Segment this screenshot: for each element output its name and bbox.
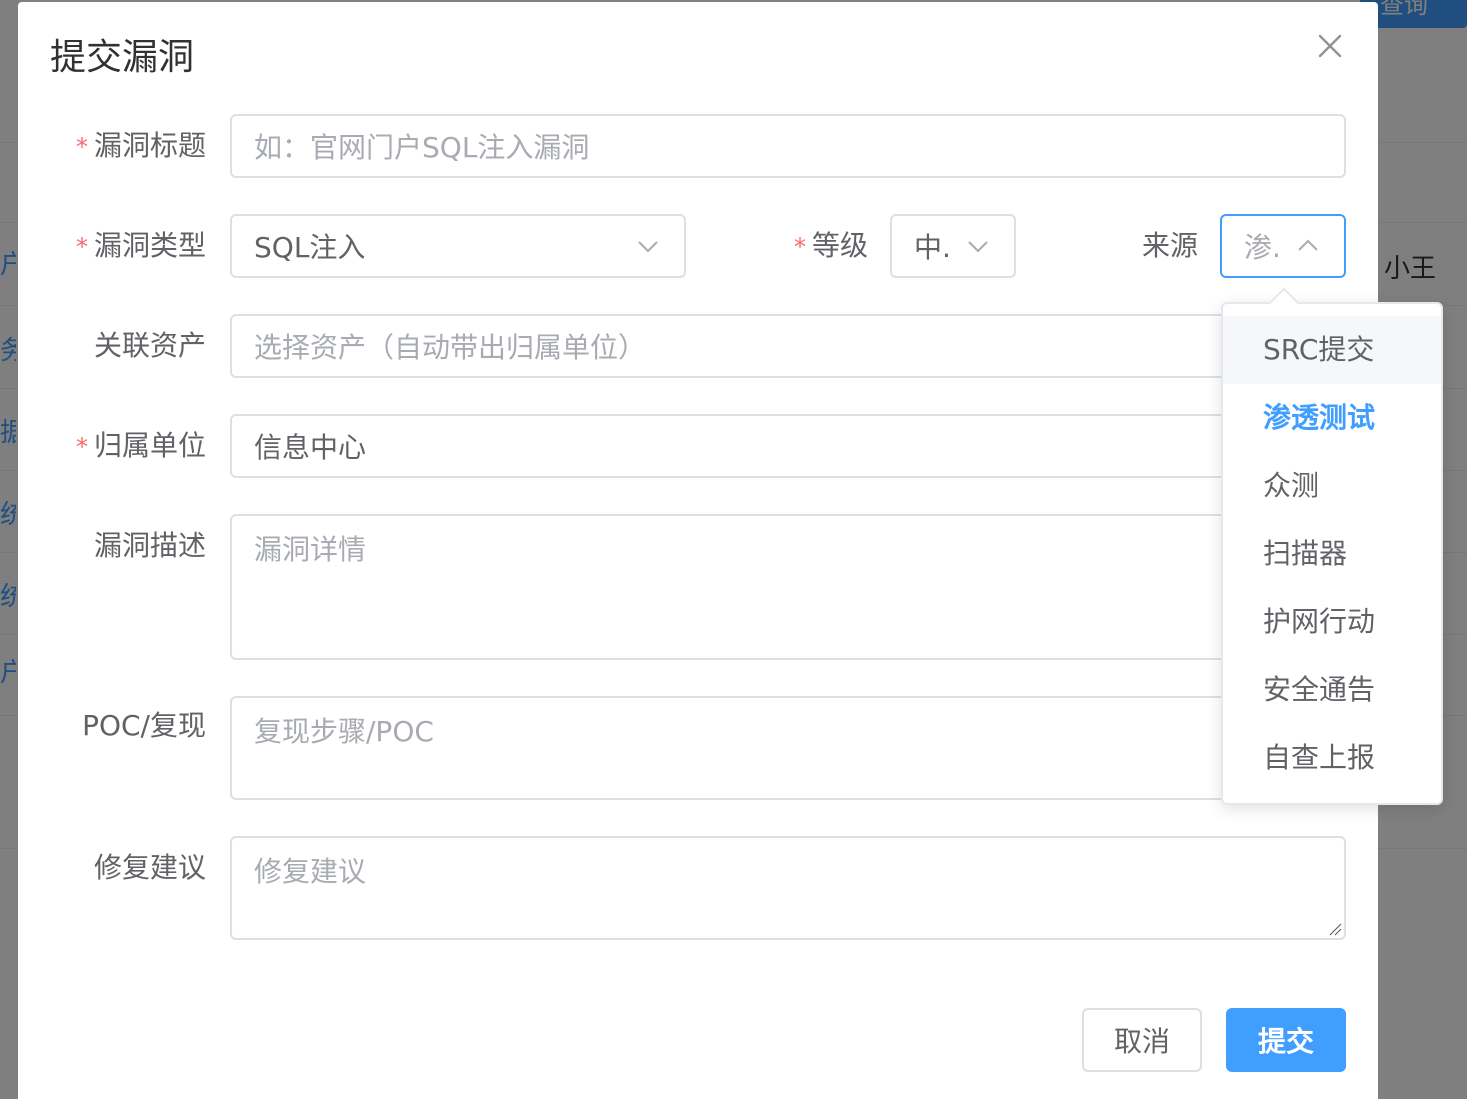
source-option-scanner[interactable]: 扫描器 bbox=[1223, 520, 1441, 588]
title-input[interactable]: 如：官网门户SQL注入漏洞 bbox=[230, 114, 1346, 178]
chevron-down-icon bbox=[638, 241, 658, 253]
source-dropdown: SRC提交 渗透测试 众测 扫描器 护网行动 安全通告 自查上报 bbox=[1221, 287, 1443, 805]
cancel-button[interactable]: 取消 bbox=[1082, 1008, 1202, 1072]
source-option-security-notice[interactable]: 安全通告 bbox=[1223, 656, 1441, 724]
required-mark: * bbox=[75, 133, 88, 161]
source-option-list: SRC提交 渗透测试 众测 扫描器 护网行动 安全通告 自查上报 bbox=[1223, 316, 1441, 792]
source-option-pentest[interactable]: 渗透测试 bbox=[1223, 384, 1441, 452]
source-label: 来源 bbox=[1141, 229, 1198, 262]
type-select[interactable]: SQL注入 bbox=[230, 214, 686, 278]
asset-select[interactable]: 选择资产（自动带出归属单位） bbox=[230, 314, 1346, 378]
asset-label: 关联资产 bbox=[93, 329, 206, 362]
unit-input[interactable]: 信息中心 bbox=[230, 414, 1346, 478]
source-select[interactable]: 渗. bbox=[1220, 214, 1346, 278]
chevron-down-icon bbox=[968, 241, 988, 253]
source-option-crowdtest[interactable]: 众测 bbox=[1223, 452, 1441, 520]
chevron-up-icon bbox=[1298, 239, 1318, 251]
resize-handle-icon[interactable] bbox=[1328, 922, 1342, 936]
fix-label: 修复建议 bbox=[93, 851, 206, 884]
dialog-title: 提交漏洞 bbox=[50, 37, 195, 78]
type-label: * 漏洞类型 bbox=[75, 229, 206, 262]
required-mark: * bbox=[75, 433, 88, 461]
title-label: * 漏洞标题 bbox=[75, 129, 206, 162]
required-mark: * bbox=[793, 233, 806, 261]
submit-vulnerability-dialog: 提交漏洞 * 漏洞标题 如：官网门户SQL注入漏洞 * 漏洞类型 SQL注入 * 等级… bbox=[18, 2, 1378, 1099]
level-select[interactable]: 中. bbox=[890, 214, 1016, 278]
source-option-self-report[interactable]: 自查上报 bbox=[1223, 724, 1441, 792]
submit-button[interactable]: 提交 bbox=[1226, 1008, 1346, 1072]
unit-label: * 归属单位 bbox=[75, 429, 206, 462]
description-textarea[interactable]: 漏洞详情 bbox=[230, 514, 1346, 660]
source-option-src[interactable]: SRC提交 bbox=[1223, 316, 1441, 384]
poc-textarea[interactable]: 复现步骤/POC bbox=[230, 696, 1346, 800]
level-label: * 等级 bbox=[793, 229, 868, 262]
required-mark: * bbox=[75, 233, 88, 261]
fix-textarea[interactable]: 修复建议 bbox=[230, 836, 1346, 940]
source-option-hw-action[interactable]: 护网行动 bbox=[1223, 588, 1441, 656]
description-label: 漏洞描述 bbox=[93, 529, 206, 562]
poc-label: POC/复现 bbox=[82, 709, 206, 742]
close-icon[interactable] bbox=[1314, 30, 1346, 62]
